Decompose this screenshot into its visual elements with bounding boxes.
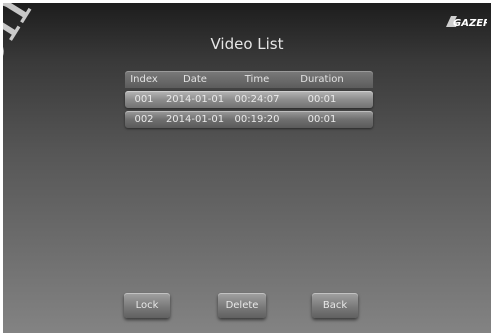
row-date: 2014-01-01 bbox=[165, 114, 225, 125]
column-header-duration: Duration bbox=[300, 74, 344, 85]
table-header: Index Date Time Duration bbox=[125, 71, 373, 88]
row-time: 00:24:07 bbox=[234, 94, 280, 105]
video-row-002[interactable]: 002 2014-01-01 00:19:20 00:01 bbox=[125, 111, 373, 128]
screen: on GAZER Video List Index Date Time Dura… bbox=[3, 3, 491, 333]
column-header-time: Time bbox=[244, 74, 270, 85]
watermark: on bbox=[3, 3, 46, 85]
column-header-index: Index bbox=[130, 74, 158, 85]
page-title: Video List bbox=[210, 35, 284, 53]
svg-text:GAZER: GAZER bbox=[453, 18, 487, 29]
row-index: 001 bbox=[134, 94, 154, 105]
row-date: 2014-01-01 bbox=[165, 94, 225, 105]
lock-button[interactable]: Lock bbox=[124, 293, 170, 318]
video-row-001[interactable]: 001 2014-01-01 00:24:07 00:01 bbox=[125, 91, 373, 108]
video-list-table: Index Date Time Duration 001 2014-01-01 … bbox=[125, 71, 373, 128]
row-duration: 00:01 bbox=[307, 94, 337, 105]
row-index: 002 bbox=[134, 114, 154, 125]
back-button[interactable]: Back bbox=[312, 293, 358, 318]
row-duration: 00:01 bbox=[307, 114, 337, 125]
column-header-date: Date bbox=[183, 74, 207, 85]
row-time: 00:19:20 bbox=[234, 114, 280, 125]
brand-logo: GAZER bbox=[446, 16, 487, 29]
delete-button[interactable]: Delete bbox=[218, 293, 266, 318]
